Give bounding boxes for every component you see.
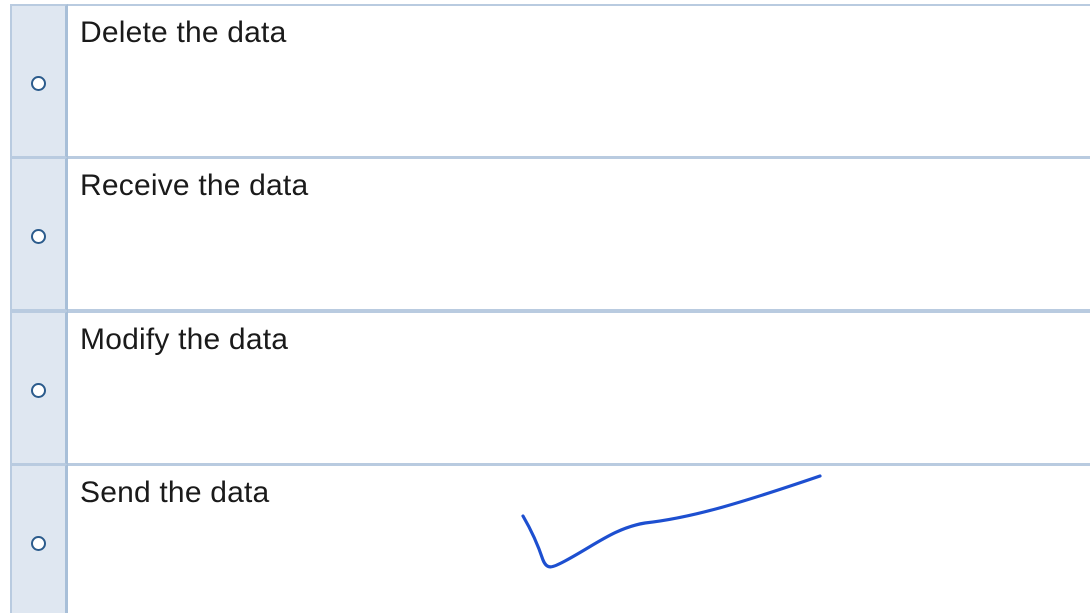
answer-option[interactable]: Send the data: [10, 464, 1090, 613]
option-text-cell[interactable]: Delete the data: [68, 4, 1090, 158]
option-text-cell[interactable]: Send the data: [68, 464, 1090, 613]
radio-button[interactable]: [31, 382, 46, 398]
option-label: Send the data: [80, 476, 270, 509]
radio-cell[interactable]: [10, 157, 68, 311]
radio-button[interactable]: [31, 75, 46, 91]
option-label: Delete the data: [80, 16, 287, 49]
radio-cell[interactable]: [10, 311, 68, 465]
answer-options-list: Delete the data Receive the data Modify …: [0, 0, 1090, 613]
answer-option[interactable]: Modify the data: [10, 311, 1090, 465]
radio-button[interactable]: [31, 535, 46, 551]
option-text-cell[interactable]: Modify the data: [68, 311, 1090, 465]
option-label: Receive the data: [80, 169, 309, 202]
option-text-cell[interactable]: Receive the data: [68, 157, 1090, 311]
answer-option[interactable]: Receive the data: [10, 157, 1090, 311]
option-label: Modify the data: [80, 323, 289, 356]
radio-button[interactable]: [31, 228, 46, 244]
quiz-options-screen: Delete the data Receive the data Modify …: [0, 0, 1090, 613]
radio-cell[interactable]: [10, 464, 68, 613]
answer-option[interactable]: Delete the data: [10, 4, 1090, 158]
radio-cell[interactable]: [10, 4, 68, 158]
